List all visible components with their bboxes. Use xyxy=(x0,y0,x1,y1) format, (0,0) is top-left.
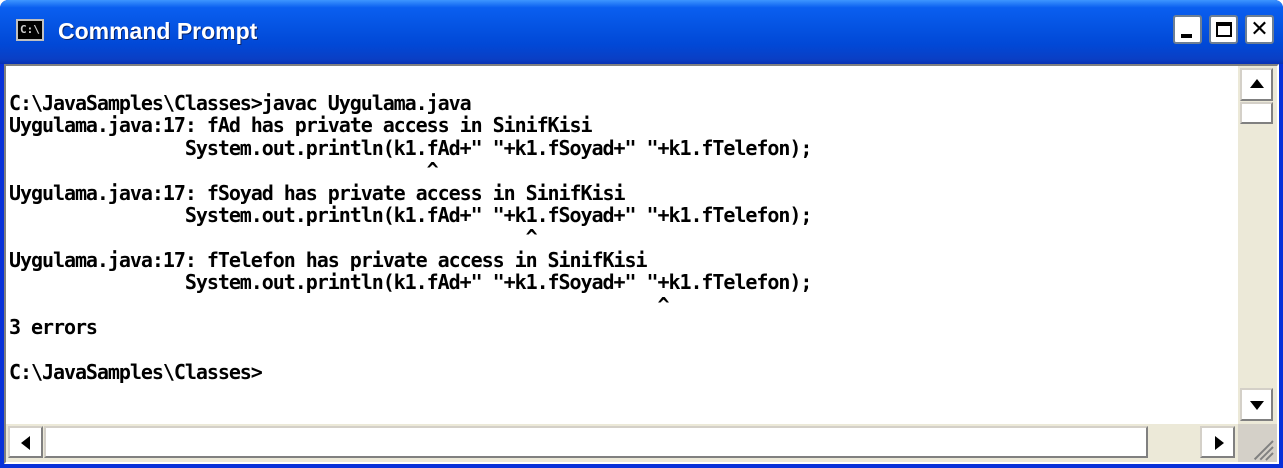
arrow-right-icon xyxy=(1215,436,1224,450)
console-line: ^ xyxy=(9,292,669,317)
arrow-left-icon xyxy=(21,436,30,450)
command-prompt-window: C:\ Command Prompt ✕ C:\JavaSamples\Clas… xyxy=(0,0,1283,468)
console-line: Uygulama.java:17: fTelefon has private a… xyxy=(9,247,648,272)
maximize-button[interactable] xyxy=(1209,15,1238,44)
scroll-down-button[interactable] xyxy=(1240,388,1273,421)
console-line: Uygulama.java:17: fSoyad has private acc… xyxy=(9,180,626,205)
arrow-up-icon xyxy=(1250,79,1264,88)
console-line: ^ xyxy=(9,225,538,250)
vertical-scroll-thumb[interactable] xyxy=(1240,102,1273,124)
maximize-icon xyxy=(1216,22,1232,37)
vertical-scrollbar[interactable] xyxy=(1238,66,1277,424)
console-line: Uygulama.java:17: fAd has private access… xyxy=(9,113,593,138)
close-icon: ✕ xyxy=(1250,17,1269,42)
scroll-right-button[interactable] xyxy=(1200,426,1235,458)
close-button[interactable]: ✕ xyxy=(1245,15,1274,44)
console-output[interactable]: C:\JavaSamples\Classes>javac Uygulama.ja… xyxy=(6,66,1238,424)
horizontal-scroll-thumb[interactable] xyxy=(44,426,1148,458)
console-line: ^ xyxy=(9,158,439,183)
window-title: Command Prompt xyxy=(58,18,258,44)
resize-grip-icon[interactable] xyxy=(1238,424,1277,462)
console-area: C:\JavaSamples\Classes>javac Uygulama.ja… xyxy=(4,64,1279,464)
title-bar[interactable]: C:\ Command Prompt ✕ xyxy=(0,0,1283,64)
console-line: 3 errors xyxy=(9,315,98,340)
console-line: C:\JavaSamples\Classes>javac Uygulama.ja… xyxy=(9,91,472,115)
horizontal-scrollbar[interactable] xyxy=(6,424,1238,462)
console-line: System.out.println(k1.fAd+" "+k1.fSoyad+… xyxy=(9,270,813,295)
minimize-button[interactable] xyxy=(1173,15,1202,44)
console-line: System.out.println(k1.fAd+" "+k1.fSoyad+… xyxy=(9,135,813,160)
scroll-up-button[interactable] xyxy=(1240,68,1273,101)
console-line: C:\JavaSamples\Classes> xyxy=(9,359,263,384)
minimize-icon xyxy=(1181,34,1192,38)
console-line: System.out.println(k1.fAd+" "+k1.fSoyad+… xyxy=(9,203,813,228)
console-text: C:\JavaSamples\Classes>javac Uygulama.ja… xyxy=(9,91,813,384)
arrow-down-icon xyxy=(1250,401,1264,410)
cmd-icon[interactable]: C:\ xyxy=(16,19,44,41)
scroll-left-button[interactable] xyxy=(8,426,43,458)
